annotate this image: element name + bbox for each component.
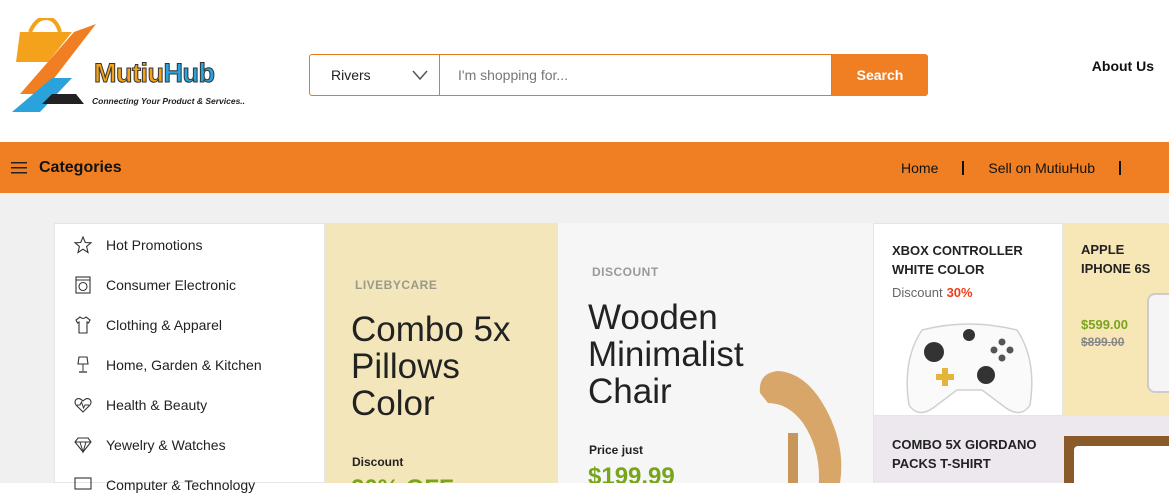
banner-title: APPLE IPHONE 6S xyxy=(1081,242,1151,276)
sidebar-item-home-garden-kitchen[interactable]: Home, Garden & Kitchen xyxy=(74,356,262,374)
banner-title: XBOX CONTROLLER WHITE COLOR xyxy=(892,243,1023,277)
diamond-icon xyxy=(74,437,92,454)
site-header: MutiuHub Connecting Your Product & Servi… xyxy=(0,0,1169,142)
brand-logo[interactable]: MutiuHub Connecting Your Product & Servi… xyxy=(12,18,252,114)
banner-brand: LIVEBYCARE xyxy=(355,278,438,292)
sidebar-item-computer-technology[interactable]: Computer & Technology xyxy=(74,476,255,494)
nav-divider xyxy=(962,160,965,175)
nav-sell-link[interactable]: Sell on MutiuHub xyxy=(988,160,1095,176)
banner-discount-value: 20% OFF xyxy=(351,475,454,483)
brand-name: MutiuHub xyxy=(93,58,215,89)
banner-giordano[interactable]: COMBO 5X GIORDANO PACKS T-SHIRT xyxy=(873,416,1169,483)
banner-xbox-controller[interactable]: XBOX CONTROLLER WHITE COLOR Discount 30% xyxy=(873,223,1063,416)
location-value: Rivers xyxy=(331,67,371,83)
banner-discount: Discount 30% xyxy=(892,285,973,300)
chair-image xyxy=(759,371,842,483)
heart-pulse-icon xyxy=(74,397,92,413)
iphone-image xyxy=(1147,293,1169,393)
nav-home-link[interactable]: Home xyxy=(901,160,938,176)
banner-price: $199.99 xyxy=(588,463,675,483)
washing-machine-icon xyxy=(75,276,91,294)
shirt-icon xyxy=(75,316,91,334)
tshirt-image xyxy=(1074,446,1169,483)
main-content: Hot Promotions Consumer Electronic Cloth… xyxy=(0,193,1169,493)
search-input[interactable] xyxy=(439,54,832,96)
banner-iphone[interactable]: APPLE IPHONE 6S $599.00 $899.00 xyxy=(1063,223,1169,416)
nav-divider xyxy=(1119,160,1121,175)
banner-old-price: $899.00 xyxy=(1081,335,1125,349)
search-bar: Rivers Search xyxy=(309,54,928,96)
brand-tagline: Connecting Your Product & Services.. xyxy=(92,96,246,106)
banner-tag: DISCOUNT xyxy=(592,265,659,279)
star-icon xyxy=(74,236,92,254)
sidebar-item-hot-promotions[interactable]: Hot Promotions xyxy=(74,236,202,254)
banner-discount-label: Discount xyxy=(352,455,404,469)
category-sidebar: Hot Promotions Consumer Electronic Cloth… xyxy=(54,223,325,493)
lamp-icon xyxy=(77,356,89,373)
xbox-controller-image xyxy=(906,323,1033,414)
categories-menu-button[interactable]: Categories xyxy=(11,142,122,193)
location-select[interactable]: Rivers xyxy=(309,54,439,96)
logo-bag-icon xyxy=(12,18,96,112)
nav-links: Home Sell on MutiuHub xyxy=(901,142,1145,193)
banner-chair[interactable]: DISCOUNT Wooden Minimalist Chair Price j… xyxy=(558,223,873,483)
sidebar-item-consumer-electronic[interactable]: Consumer Electronic xyxy=(74,276,236,294)
sidebar-item-yewelry-watches[interactable]: Yewelry & Watches xyxy=(74,436,226,454)
search-button[interactable]: Search xyxy=(832,54,928,96)
chevron-down-icon xyxy=(412,70,428,81)
banner-price-label: Price just xyxy=(589,443,644,457)
about-us-link[interactable]: About Us xyxy=(1092,58,1154,74)
banner-pillows[interactable]: LIVEBYCARE Combo 5x Pillows Color Discou… xyxy=(325,223,558,483)
main-navbar: Categories Home Sell on MutiuHub xyxy=(0,142,1169,193)
banner-title: Combo 5x Pillows Color xyxy=(351,310,511,423)
banner-title: COMBO 5X GIORDANO PACKS T-SHIRT xyxy=(892,437,1037,471)
monitor-icon xyxy=(74,477,92,490)
sidebar-item-clothing-apparel[interactable]: Clothing & Apparel xyxy=(74,316,222,334)
banner-price: $599.00 xyxy=(1081,317,1128,332)
categories-label: Categories xyxy=(39,158,122,176)
sidebar-item-health-beauty[interactable]: Health & Beauty xyxy=(74,396,207,414)
hamburger-icon xyxy=(11,161,27,173)
